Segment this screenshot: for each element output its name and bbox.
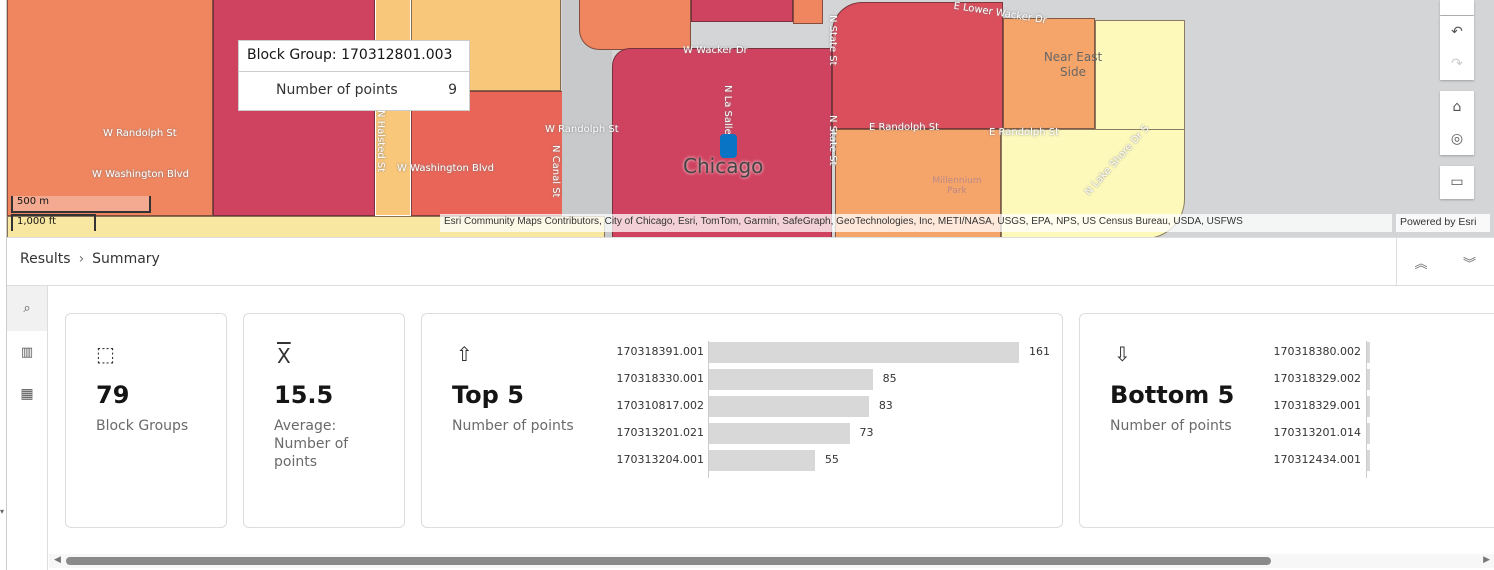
collapse-up-button[interactable]: ︽ bbox=[1396, 238, 1445, 286]
bar[interactable] bbox=[1367, 450, 1370, 471]
zoom-button[interactable] bbox=[1440, 0, 1474, 15]
chevrons-down-icon: ︾ bbox=[1462, 256, 1476, 272]
bar-label: 170318380.002 bbox=[1273, 345, 1361, 358]
table-icon[interactable]: ▦ bbox=[7, 373, 47, 415]
top5-title: Top 5 bbox=[452, 381, 524, 409]
average-label: Average: Number of points bbox=[274, 418, 349, 470]
street-label: N Canal St bbox=[550, 145, 561, 198]
map-tooltip: Block Group: 170312801.003 Number of poi… bbox=[238, 40, 470, 111]
street-label: W Randolph St bbox=[545, 124, 619, 135]
average-value: 15.5 bbox=[274, 381, 334, 409]
home-icon[interactable]: ⌂ bbox=[1440, 91, 1474, 123]
bar-value: 161 bbox=[1029, 345, 1050, 358]
bar-label: 170318329.001 bbox=[1273, 399, 1361, 412]
caret-down-icon: ▾ bbox=[0, 507, 5, 516]
bar-label: 170313201.021 bbox=[616, 426, 704, 439]
map-attribution: Esri Community Maps Contributors, City o… bbox=[440, 214, 1392, 232]
top5-label: Number of points bbox=[452, 418, 574, 434]
breadcrumb-results[interactable]: Results bbox=[20, 251, 71, 267]
summary-icon[interactable]: ⌕ bbox=[7, 286, 47, 331]
bar-label: 170313201.014 bbox=[1273, 426, 1361, 439]
scale-bar-imperial: 1,000 ft bbox=[11, 214, 96, 231]
arrow-down-icon: ⇩ bbox=[1114, 342, 1131, 366]
side-rail: ⌕ ▥ ▦ bbox=[7, 286, 48, 570]
bar-label: 170318391.001 bbox=[616, 345, 704, 358]
bar[interactable] bbox=[709, 369, 873, 390]
street-label: W Randolph St bbox=[103, 128, 177, 139]
chart-icon[interactable]: ▥ bbox=[7, 331, 47, 373]
locate-icon[interactable]: ◎ bbox=[1440, 123, 1474, 155]
bar[interactable] bbox=[1367, 396, 1370, 417]
count-label: Block Groups bbox=[96, 418, 189, 434]
breadcrumb-summary: Summary bbox=[92, 251, 160, 267]
street-label: W Washington Blvd bbox=[397, 163, 494, 174]
bar-value: 73 bbox=[859, 426, 874, 439]
bar-label: 170312434.001 bbox=[1273, 453, 1361, 466]
count-value: 79 bbox=[96, 381, 130, 409]
scroll-right-icon[interactable]: ▶ bbox=[1483, 555, 1490, 565]
map-view[interactable]: W Randolph St W Washington Blvd N Halste… bbox=[7, 0, 1494, 237]
street-label: N Halsted St bbox=[375, 110, 386, 173]
mean-icon: X bbox=[277, 344, 291, 368]
bottom5-title: Bottom 5 bbox=[1110, 381, 1235, 409]
transit-marker-icon[interactable] bbox=[720, 134, 737, 158]
bar[interactable] bbox=[709, 450, 815, 471]
street-label: E Randolph St bbox=[989, 127, 1060, 138]
bar[interactable] bbox=[709, 396, 869, 417]
polygons-icon: ⬚ bbox=[96, 342, 115, 366]
neighborhood-label: Near East Side bbox=[1043, 50, 1103, 79]
bar[interactable] bbox=[709, 423, 850, 444]
bar-label: 170318330.001 bbox=[616, 372, 704, 385]
street-label: E Randolph St bbox=[869, 122, 940, 133]
horizontal-scrollbar[interactable]: ◀ ▶ bbox=[49, 554, 1494, 568]
street-label: N State St bbox=[827, 115, 838, 166]
bar-label: 170318329.002 bbox=[1273, 372, 1361, 385]
average-card: X 15.5 Average: Number of points bbox=[243, 313, 405, 528]
top5-card: ⇧ Top 5 Number of points 170318391.001 16… bbox=[421, 313, 1063, 528]
bar[interactable] bbox=[1367, 423, 1370, 444]
redo-icon[interactable]: ↷ bbox=[1440, 48, 1474, 80]
bottom5-card: ⇩ Bottom 5 Number of points 170318380.00… bbox=[1079, 313, 1494, 528]
tooltip-title: Block Group: 170312801.003 bbox=[239, 41, 469, 72]
collapse-down-button[interactable]: ︾ bbox=[1445, 238, 1494, 286]
park-label: Millennium Park bbox=[932, 176, 982, 196]
bar[interactable] bbox=[1367, 369, 1370, 390]
undo-icon[interactable]: ↶ bbox=[1440, 16, 1474, 48]
street-label: W Washington Blvd bbox=[92, 169, 189, 180]
bar-label: 170313204.001 bbox=[616, 453, 704, 466]
powered-by-esri[interactable]: Powered by Esri bbox=[1396, 214, 1490, 232]
left-edge bbox=[0, 0, 7, 570]
screen-icon[interactable]: ▭ bbox=[1440, 166, 1474, 198]
scrollbar-thumb[interactable] bbox=[66, 557, 1271, 565]
bottom5-label: Number of points bbox=[1110, 418, 1232, 434]
bar[interactable] bbox=[709, 342, 1019, 363]
street-label: W Wacker Dr bbox=[683, 45, 748, 56]
bar-value: 85 bbox=[882, 372, 897, 385]
results-header: Results › Summary ︽ ︾ bbox=[7, 237, 1494, 286]
bar[interactable] bbox=[1367, 342, 1370, 363]
tooltip-field: Number of points bbox=[276, 82, 398, 98]
chevrons-up-icon: ︽ bbox=[1414, 256, 1428, 272]
arrow-up-icon: ⇧ bbox=[456, 342, 473, 366]
bar-value: 55 bbox=[824, 453, 839, 466]
count-card: ⬚ 79 Block Groups bbox=[65, 313, 227, 528]
breadcrumb: Results › Summary bbox=[20, 251, 160, 267]
tooltip-value: 9 bbox=[448, 82, 457, 98]
scroll-left-icon[interactable]: ◀ bbox=[54, 555, 61, 565]
street-label: N State St bbox=[827, 15, 838, 66]
scale-bar-metric: 500 m bbox=[11, 196, 151, 213]
chevron-right-icon: › bbox=[78, 251, 85, 267]
bar-label: 170310817.002 bbox=[616, 399, 704, 412]
bar-value: 83 bbox=[878, 399, 893, 412]
